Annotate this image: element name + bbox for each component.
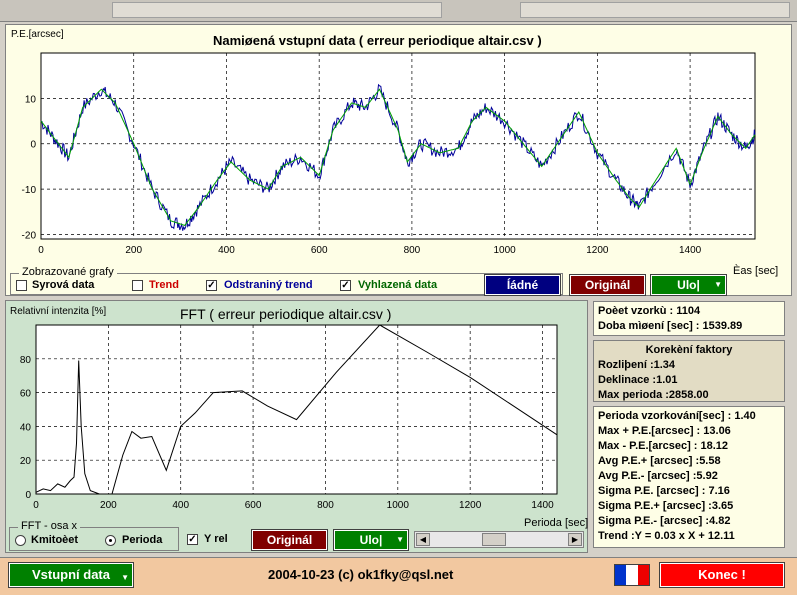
fft-plot-area [35,324,558,495]
chevron-down-icon: ▼ [396,535,404,544]
original-button[interactable]: Originál [569,274,646,296]
declination: Deklinace :1.01 [598,374,678,386]
top-chart-xlabel: Èas [sec] [733,265,779,277]
status-bar: Vstupní data ▼ 2004-10-23 (c) ok1fky@qsl.… [0,557,797,595]
fft-original-button[interactable]: Originál [251,529,328,551]
none-button[interactable]: Íádné [484,274,561,296]
check-raw-data[interactable] [16,280,27,291]
stat-sigma-minus: Sigma P.E.- [arcsec] :4.82 [598,515,731,527]
scroll-thumb[interactable] [482,533,506,546]
save-button-label: Ulo| [677,278,700,292]
check-trend[interactable] [132,280,143,291]
title-strip [0,0,797,22]
toolbar-ghost-left [112,2,442,18]
scroll-left-icon[interactable]: ◀ [416,533,430,546]
fft-scrollbar[interactable]: ◀ ▶ [414,531,584,548]
pe-xtick-label: 600 [311,245,328,256]
input-data-button-label: Vstupní data [31,567,110,582]
fft-ytick-label: 20 [20,456,32,467]
check-smoothed[interactable]: ✓ [340,280,351,291]
fft-xtick-label: 1200 [459,500,482,511]
statistics-info: Perioda vzorkování[sec] : 1.40 Max + P.E… [593,406,785,548]
fft-panel: Relativní intenzita [%] FFT ( erreur per… [5,300,588,553]
stat-sigma: Sigma P.E. [arcsec] : 7.16 [598,485,730,497]
label-trend: Trend [149,279,179,291]
stat-avg-plus: Avg P.E.+ [arcsec] :5.58 [598,455,721,467]
pe-xtick-label: 0 [38,245,44,256]
label-raw-data: Syrová data [32,279,95,291]
pe-xtick-label: 1000 [494,245,517,256]
pe-xtick-label: 400 [218,245,235,256]
toolbar-ghost-right [520,2,790,18]
input-data-panel: P.E.[arcsec] Namiøená vstupní data ( err… [5,24,792,296]
fft-xtick-label: 1400 [531,500,554,511]
check-detrended[interactable]: ✓ [206,280,217,291]
stat-avg-minus: Avg P.E.- [arcsec] :5.92 [598,470,718,482]
fft-xlabel: Perioda [sec] [524,517,589,529]
chevron-down-icon: ▼ [714,280,722,289]
correction-factors: Korekèní faktory Rozliþení :1.34 Deklina… [593,340,785,402]
exit-button[interactable]: Konec ! [659,562,785,588]
samples-info: Poèet vzorkù : 1104 Doba mìøení [sec] : … [593,301,785,336]
fft-xtick-label: 200 [100,500,117,511]
radio-frequency-label: Kmitoèet [31,534,79,546]
check-yrel[interactable]: ✓ [187,534,198,545]
display-graphs-legend: Zobrazované grafy [19,266,117,278]
pe-ytick-label: -10 [22,185,37,196]
label-smoothed: Vyhlazená data [358,279,438,291]
correction-title: Korekèní faktory [645,344,733,356]
input-data-button[interactable]: Vstupní data ▼ [8,562,134,588]
fft-save-button-label: Ulo| [359,533,383,547]
samples-count: Poèet vzorkù : 1104 [598,305,701,317]
pe-plot-area [40,52,756,240]
french-flag-icon[interactable] [614,564,650,586]
fft-ytick-label: 60 [20,389,32,400]
chevron-down-icon: ▼ [121,573,129,582]
label-detrended: Odstraniný trend [224,279,313,291]
fft-save-button[interactable]: Ulo| ▼ [333,529,409,551]
scroll-right-icon[interactable]: ▶ [568,533,582,546]
pe-ytick-label: 10 [25,94,37,105]
pe-ytick-label: -20 [22,230,37,241]
fft-ytick-label: 40 [20,422,32,433]
pe-xtick-label: 800 [404,245,421,256]
label-yrel: Y rel [204,533,228,545]
stat-sigma-plus: Sigma P.E.+ [arcsec] :3.65 [598,500,734,512]
measure-duration: Doba mìøení [sec] : 1539.89 [598,320,743,332]
fft-xtick-label: 600 [245,500,262,511]
stat-max-minus: Max - P.E.[arcsec] : 18.12 [598,440,729,452]
radio-period-label: Perioda [122,534,163,546]
radio-frequency[interactable] [15,535,26,546]
pe-xtick-label: 1200 [586,245,609,256]
resolution: Rozliþení :1.34 [598,359,676,371]
stat-max-plus: Max + P.E.[arcsec] : 13.06 [598,425,731,437]
fft-xtick-label: 400 [172,500,189,511]
pe-xtick-label: 1400 [679,245,702,256]
fft-ytick-label: 0 [25,490,31,501]
radio-period[interactable] [105,535,116,546]
pe-chart: 0 200 400 600 800 1000 1200 1400 -20 -10 0 10 [22,52,756,256]
stat-trend: Trend :Y = 0.03 x X + 12.11 [598,530,735,542]
save-button[interactable]: Ulo| ▼ [650,274,727,296]
fft-chart: 0 200 400 600 800 1000 1200 1400 0 20 40 60 80 [20,324,558,511]
fft-axis-legend: FFT - osa x [18,520,81,532]
fft-xtick-label: 0 [33,500,39,511]
pe-ytick-label: 0 [30,140,36,151]
pe-xtick-label: 200 [125,245,142,256]
fft-xtick-label: 800 [317,500,334,511]
copyright-text: 2004-10-23 (c) ok1fky@qsl.net [268,567,454,582]
stat-sampling-period: Perioda vzorkování[sec] : 1.40 [598,410,756,422]
fft-xtick-label: 1000 [387,500,410,511]
fft-ytick-label: 80 [20,355,32,366]
max-period: Max perioda :2858.00 [598,389,709,401]
